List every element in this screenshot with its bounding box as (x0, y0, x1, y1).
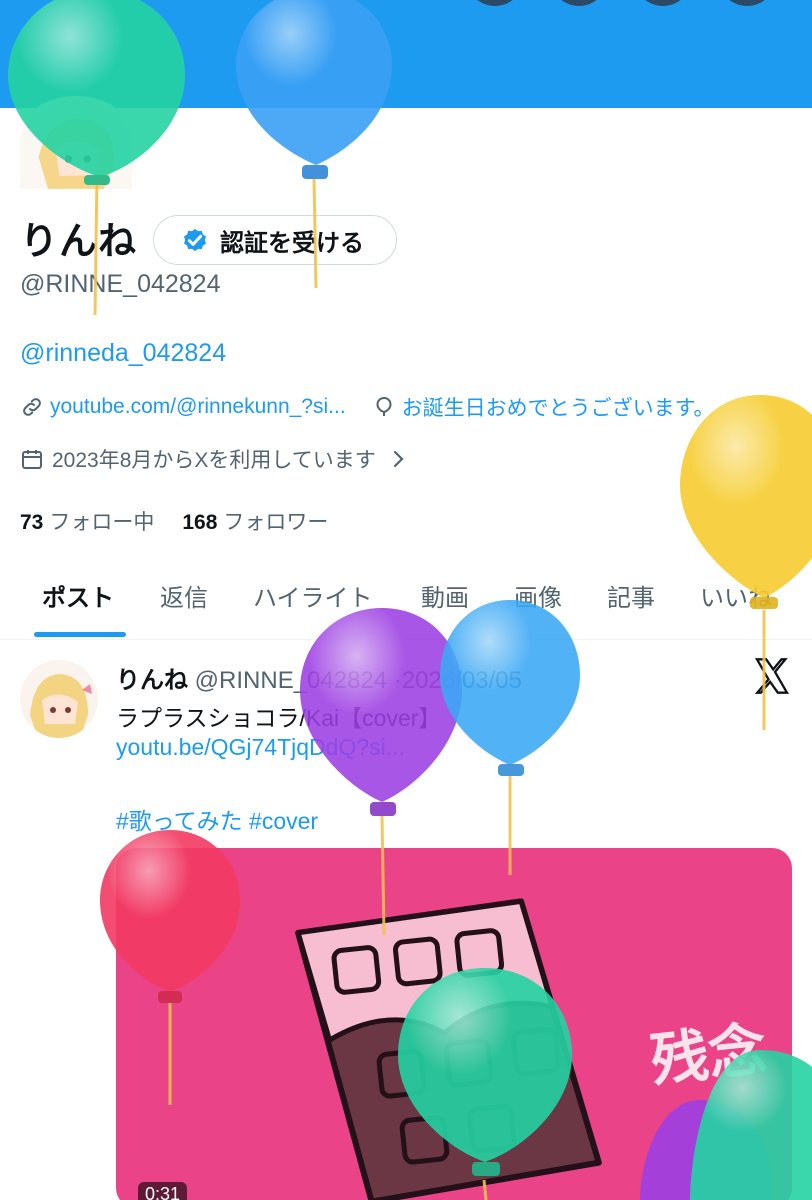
following-stat[interactable]: 73 フォロー中 (20, 506, 154, 536)
tab-likes[interactable]: いいね (700, 578, 772, 613)
avatar-illustration (20, 101, 132, 189)
follow-stats: 73 フォロー中 168 フォロワー (20, 506, 328, 536)
profile-banner (0, 0, 812, 108)
banner-circle-button[interactable] (466, 0, 524, 6)
tab-images[interactable]: 画像 (514, 578, 562, 613)
banner-circle-button[interactable] (718, 0, 776, 6)
post-link[interactable]: youtu.be/QGj74TjqDdQ?si... (116, 734, 405, 761)
post-author-name[interactable]: りんね (116, 667, 188, 694)
avatar-illustration (20, 660, 98, 738)
followers-stat[interactable]: 168 フォロワー (182, 506, 328, 536)
post-text: ラプラスショコラ/Kai【cover】 (116, 705, 442, 731)
tab-articles[interactable]: 記事 (607, 578, 655, 613)
post-hashtags[interactable]: #歌ってみた #cover (116, 802, 318, 836)
balloon-icon (680, 395, 812, 730)
post-separator: · (393, 667, 402, 694)
birthday-text: お誕生日おめでとうございます。 (401, 397, 715, 420)
profile-handle: @RINNE_042824 (20, 270, 221, 298)
post-author-handle[interactable]: @RINNE_042824 (195, 667, 387, 694)
following-count: 73 (20, 511, 44, 534)
followers-label: フォロワー (223, 511, 329, 534)
tab-videos[interactable]: 動画 (421, 578, 469, 613)
followers-count: 168 (182, 511, 218, 534)
balloon-icon (440, 600, 580, 875)
tab-posts[interactable]: ポスト (42, 578, 114, 613)
chevron-right-icon (393, 450, 404, 468)
get-verified-label: 認証を受ける (220, 229, 364, 257)
banner-circle-button[interactable] (634, 0, 692, 6)
post-date[interactable]: 2026/03/05 (402, 667, 522, 694)
media-overlay-text: 残念 (647, 1017, 770, 1094)
tab-replies[interactable]: 返信 (160, 578, 208, 613)
get-verified-button[interactable]: 認証を受ける (153, 215, 397, 265)
link-icon (23, 398, 41, 416)
video-duration-badge: 0:31 (138, 1182, 188, 1200)
x-logo-icon[interactable] (752, 656, 792, 696)
post-author-avatar[interactable] (20, 660, 98, 738)
post-header: りんね @RINNE_042824 ·2026/03/05 (116, 660, 522, 695)
banner-circle-button[interactable] (550, 0, 608, 6)
post-video-thumbnail[interactable]: 残念 (116, 848, 792, 1200)
website-link[interactable]: youtube.com/@rinnekunn_?si... (50, 395, 346, 419)
following-label: フォロー中 (49, 511, 155, 534)
balloon-icon (376, 396, 392, 416)
profile-avatar[interactable] (16, 96, 136, 190)
joined-date-text: 2023年8月からXを利用しています (52, 449, 376, 472)
bio-mention-link[interactable]: @rinneda_042824 (20, 339, 226, 368)
profile-meta-row: youtube.com/@rinnekunn_?si... お誕生日おめでとうご… (20, 392, 715, 422)
profile-tabs: ポスト 返信 ハイライト 動画 画像 記事 いいね (0, 570, 812, 640)
verified-badge-icon (184, 228, 206, 252)
profile-display-name: りんね (20, 221, 138, 263)
tab-highlights[interactable]: ハイライト (253, 578, 373, 613)
active-tab-indicator (34, 632, 126, 637)
calendar-icon (22, 450, 42, 469)
joined-date-row[interactable]: 2023年8月からXを利用しています (20, 444, 418, 474)
